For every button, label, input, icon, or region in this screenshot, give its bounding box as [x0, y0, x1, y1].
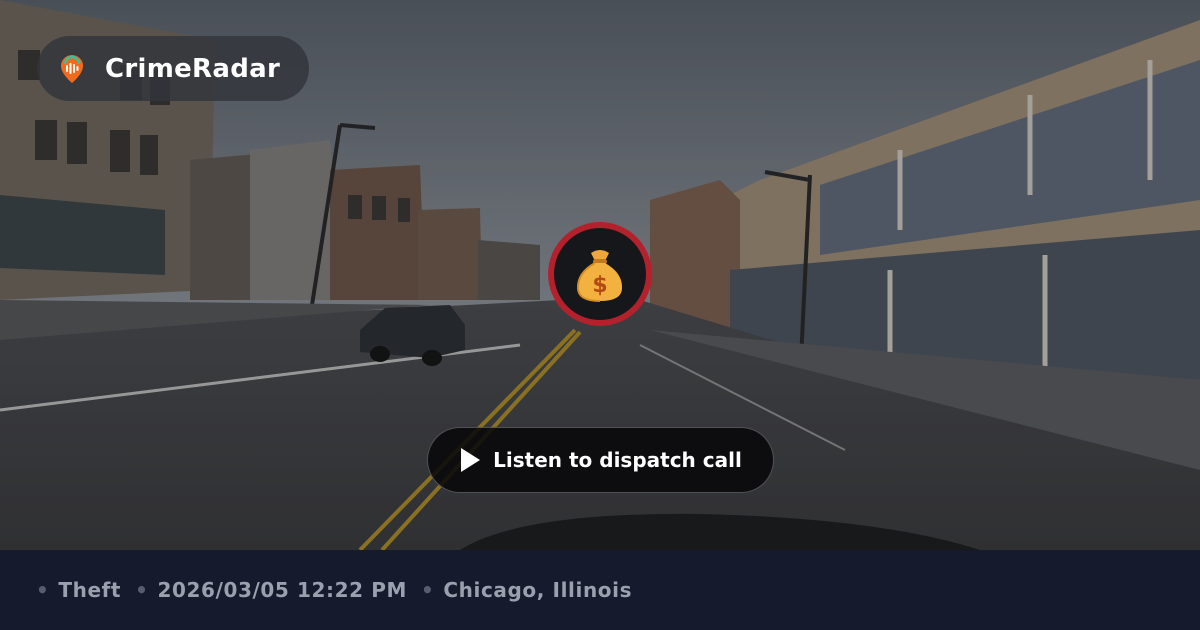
brand-pill[interactable]: CrimeRadar — [37, 36, 309, 101]
listen-dispatch-button[interactable]: Listen to dispatch call — [427, 427, 774, 493]
incident-meta: • Theft • 2026/03/05 12:22 PM • Chicago,… — [36, 578, 632, 602]
meta-separator: • — [36, 578, 50, 602]
radar-pin-icon — [57, 52, 87, 86]
meta-separator: • — [421, 578, 435, 602]
svg-text:$: $ — [592, 273, 607, 298]
listen-dispatch-label: Listen to dispatch call — [493, 448, 742, 472]
brand-name: CrimeRadar — [105, 53, 281, 84]
play-icon — [461, 448, 481, 472]
meta-separator: • — [135, 578, 149, 602]
money-bag-icon: $ — [554, 228, 646, 320]
incident-marker: $ — [548, 222, 652, 326]
incident-datetime: 2026/03/05 12:22 PM — [157, 578, 407, 602]
incident-location: Chicago, Illinois — [443, 578, 633, 602]
incident-meta-bar: • Theft • 2026/03/05 12:22 PM • Chicago,… — [0, 550, 1200, 630]
incident-category: Theft — [58, 578, 122, 602]
share-card: CrimeRadar $ Listen to dispatch call • T… — [0, 0, 1200, 630]
